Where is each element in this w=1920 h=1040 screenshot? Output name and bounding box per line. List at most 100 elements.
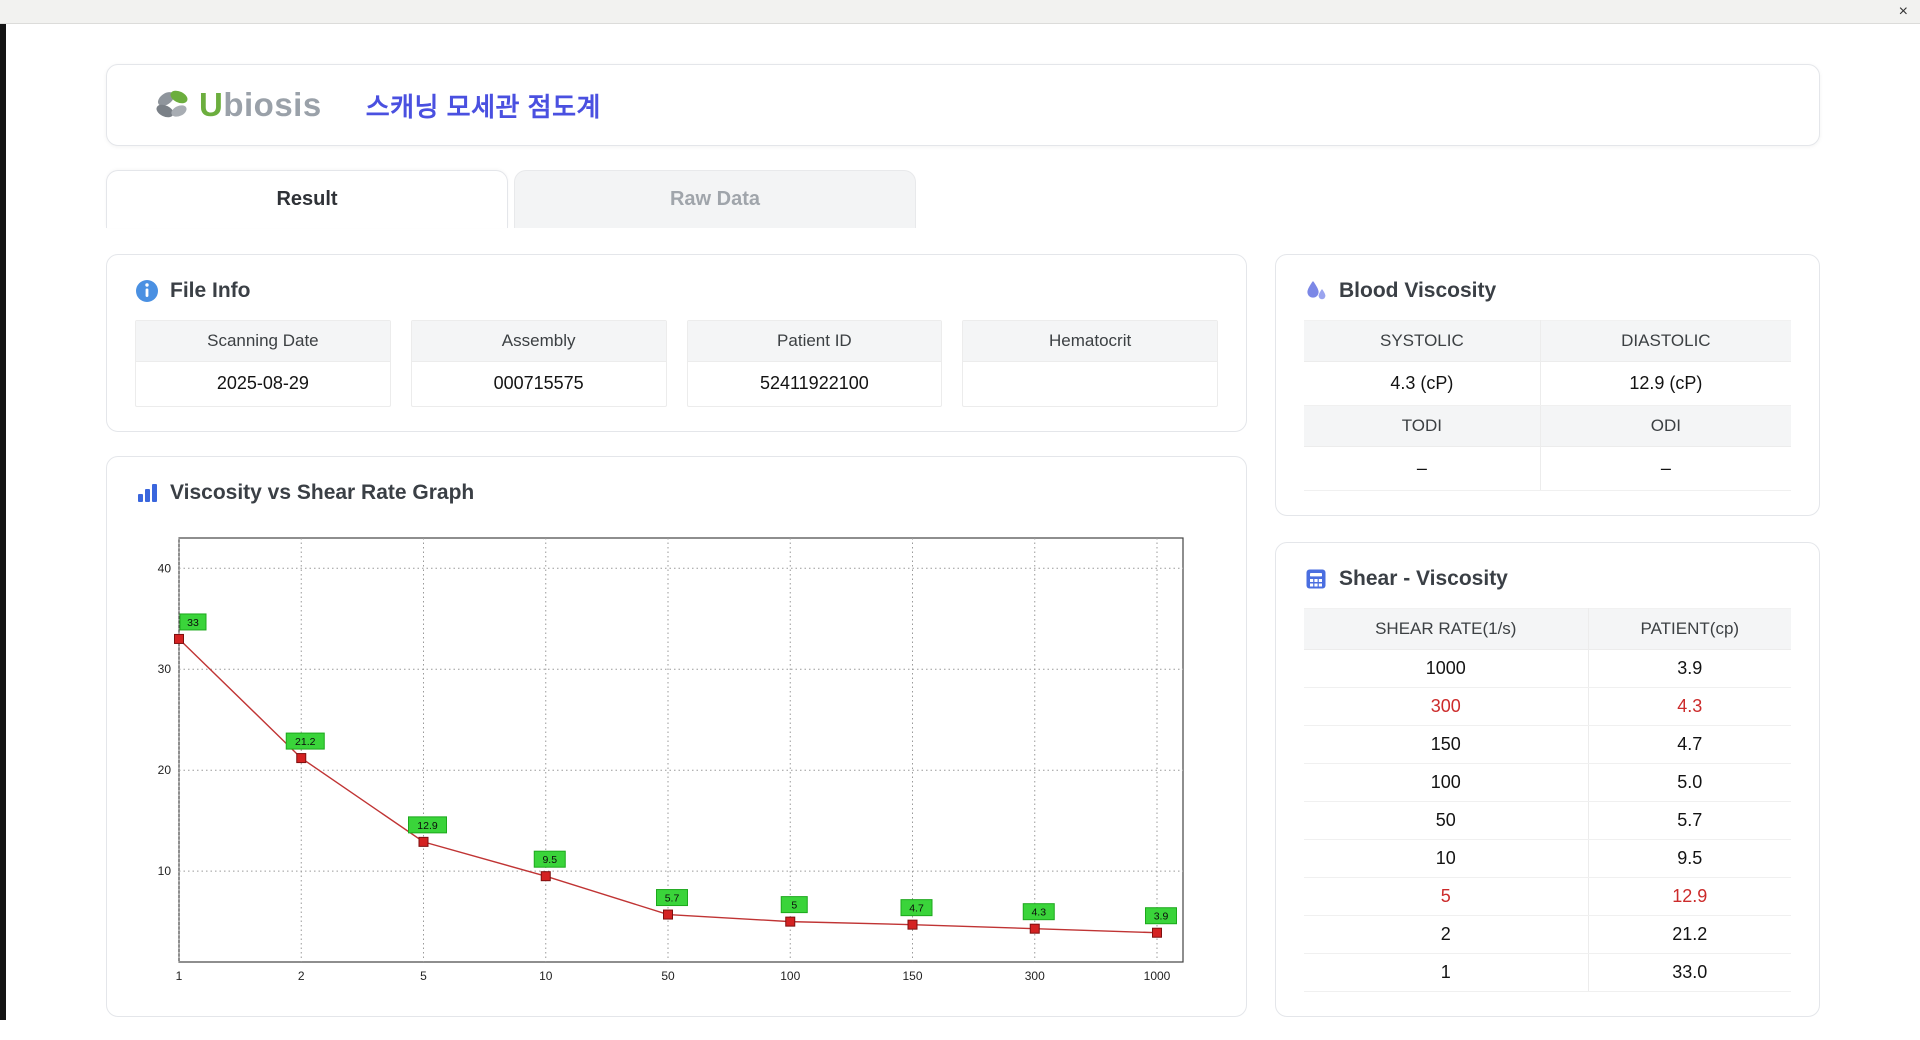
patient-cell: 5.7 bbox=[1588, 801, 1791, 840]
header-card: Ubiosis 스캐닝 모세관 점도계 bbox=[106, 64, 1820, 146]
logo-leaf-icon bbox=[156, 90, 188, 118]
logo-text: Ubiosis bbox=[199, 86, 322, 124]
svg-text:5: 5 bbox=[420, 969, 427, 983]
table-row: 100 5.0 bbox=[1304, 763, 1791, 802]
graph-card: Viscosity vs Shear Rate Graph 1 2 5 10 50 100… bbox=[106, 456, 1247, 1017]
table-row: 150 4.7 bbox=[1304, 725, 1791, 764]
close-icon[interactable]: × bbox=[1899, 3, 1908, 20]
calculator-icon bbox=[1306, 569, 1326, 589]
svg-text:100: 100 bbox=[780, 969, 800, 983]
bv-value: 4.3 (cP) bbox=[1304, 361, 1541, 406]
info-icon bbox=[136, 280, 158, 302]
shear-viscosity-title: Shear - Viscosity bbox=[1339, 567, 1508, 590]
window-edge bbox=[0, 24, 6, 1020]
bv-label: TODI bbox=[1304, 405, 1541, 447]
patient-cell: 12.9 bbox=[1588, 877, 1791, 916]
shear-rate-cell: 5 bbox=[1304, 877, 1589, 916]
svg-text:10: 10 bbox=[158, 864, 172, 878]
patient-cell: 21.2 bbox=[1588, 915, 1791, 954]
svg-text:1000: 1000 bbox=[1144, 969, 1171, 983]
bv-value-row: – – bbox=[1304, 446, 1791, 491]
field-value bbox=[963, 362, 1217, 406]
shear-rate-cell: 10 bbox=[1304, 839, 1589, 878]
svg-text:33: 33 bbox=[187, 617, 199, 629]
column-header-shear-rate: SHEAR RATE(1/s) bbox=[1304, 608, 1589, 650]
svg-text:50: 50 bbox=[661, 969, 675, 983]
file-info-fields: Scanning Date 2025-08-29 Assembly 000715575… bbox=[135, 320, 1218, 407]
bv-label: SYSTOLIC bbox=[1304, 320, 1541, 362]
svg-text:4.3: 4.3 bbox=[1031, 907, 1046, 919]
shear-viscosity-card: Shear - Viscosity SHEAR RATE(1/s) PATIEN… bbox=[1275, 542, 1820, 1017]
svg-text:5: 5 bbox=[791, 900, 797, 912]
blood-viscosity-table: SYSTOLIC DIASTOLIC 4.3 (cP) 12.9 (cP) TODI OD… bbox=[1304, 320, 1791, 491]
shear-rate-cell: 1000 bbox=[1304, 649, 1589, 688]
right-column: Blood Viscosity SYSTOLIC DIASTOLIC 4.3 (cP… bbox=[1275, 254, 1820, 1017]
patient-cell: 3.9 bbox=[1588, 649, 1791, 688]
titlebar: × bbox=[0, 0, 1920, 24]
file-info-field: Assembly 000715575 bbox=[410, 320, 667, 407]
shear-rate-cell: 300 bbox=[1304, 687, 1589, 726]
table-row: 2 21.2 bbox=[1304, 915, 1791, 954]
main-grid: File Info Scanning Date 2025-08-29 Assembl… bbox=[106, 254, 1820, 1017]
shear-rate-cell: 50 bbox=[1304, 801, 1589, 840]
field-label: Assembly bbox=[411, 321, 666, 362]
bv-label-row: SYSTOLIC DIASTOLIC bbox=[1304, 320, 1791, 362]
column-header-patient: PATIENT(cp) bbox=[1588, 608, 1791, 650]
shear-viscosity-header: Shear - Viscosity bbox=[1304, 567, 1791, 591]
logo-text-accent: U bbox=[199, 86, 224, 123]
file-info-field: Hematocrit bbox=[962, 320, 1218, 407]
bv-label: DIASTOLIC bbox=[1540, 320, 1791, 362]
bv-value: – bbox=[1540, 446, 1791, 491]
patient-cell: 5.0 bbox=[1588, 763, 1791, 802]
ubiosis-logo: Ubiosis bbox=[153, 86, 322, 124]
table-row: 50 5.7 bbox=[1304, 801, 1791, 840]
tab-bar: Result Raw Data bbox=[106, 170, 1820, 228]
field-label: Hematocrit bbox=[963, 321, 1217, 362]
svg-text:12.9: 12.9 bbox=[417, 820, 438, 832]
field-value: 000715575 bbox=[493, 373, 584, 393]
shear-rate-cell: 1 bbox=[1304, 953, 1589, 992]
bv-label: ODI bbox=[1540, 405, 1791, 447]
svg-text:3.9: 3.9 bbox=[1154, 911, 1169, 923]
file-info-field: Patient ID 52411922100 bbox=[686, 320, 943, 407]
shear-rate-cell: 150 bbox=[1304, 725, 1589, 764]
bv-value-row: 4.3 (cP) 12.9 (cP) bbox=[1304, 361, 1791, 406]
svg-text:21.2: 21.2 bbox=[295, 736, 316, 748]
field-value: 2025-08-29 bbox=[216, 373, 309, 393]
field-label: Patient ID bbox=[687, 321, 942, 362]
bar-chart-icon bbox=[138, 484, 157, 502]
blood-viscosity-title: Blood Viscosity bbox=[1339, 279, 1497, 302]
table-row: 1 33.0 bbox=[1304, 953, 1791, 992]
field-label: Scanning Date bbox=[136, 321, 390, 362]
patient-cell: 33.0 bbox=[1588, 953, 1791, 992]
svg-text:2: 2 bbox=[298, 969, 305, 983]
blood-viscosity-card: Blood Viscosity SYSTOLIC DIASTOLIC 4.3 (cP… bbox=[1275, 254, 1820, 516]
table-row: 1000 3.9 bbox=[1304, 649, 1791, 688]
viscosity-chart-svg: 1 2 5 10 50 100 150 300 1000 10 20 30 40 33 21.2 12.9 9.… bbox=[158, 537, 1184, 983]
logo-text-rest: biosis bbox=[223, 86, 322, 123]
graph-title: Viscosity vs Shear Rate Graph bbox=[170, 481, 475, 504]
svg-text:150: 150 bbox=[902, 969, 922, 983]
svg-text:30: 30 bbox=[158, 662, 172, 676]
tab-raw-data[interactable]: Raw Data bbox=[514, 170, 916, 228]
file-info-field: Scanning Date 2025-08-29 bbox=[135, 320, 391, 407]
table-row: 10 9.5 bbox=[1304, 839, 1791, 878]
svg-text:1: 1 bbox=[176, 969, 183, 983]
svg-text:300: 300 bbox=[1025, 969, 1045, 983]
shear-rate-cell: 2 bbox=[1304, 915, 1589, 954]
tab-result[interactable]: Result bbox=[106, 170, 508, 228]
page-title: 스캐닝 모세관 점도계 bbox=[365, 91, 601, 122]
file-info-card: File Info Scanning Date 2025-08-29 Assembl… bbox=[106, 254, 1247, 432]
field-value: 52411922100 bbox=[759, 373, 869, 393]
bv-label-row: TODI ODI bbox=[1304, 405, 1791, 447]
blood-viscosity-header: Blood Viscosity bbox=[1304, 279, 1791, 303]
patient-cell: 9.5 bbox=[1588, 839, 1791, 878]
file-info-title: File Info bbox=[170, 279, 251, 302]
svg-text:40: 40 bbox=[158, 561, 172, 575]
patient-cell: 4.7 bbox=[1588, 725, 1791, 764]
svg-text:9.5: 9.5 bbox=[542, 854, 557, 866]
shear-table-header-row: SHEAR RATE(1/s) PATIENT(cp) bbox=[1304, 608, 1791, 650]
graph-header: Viscosity vs Shear Rate Graph bbox=[135, 481, 1218, 505]
svg-text:4.7: 4.7 bbox=[909, 903, 924, 915]
table-row: 300 4.3 bbox=[1304, 687, 1791, 726]
